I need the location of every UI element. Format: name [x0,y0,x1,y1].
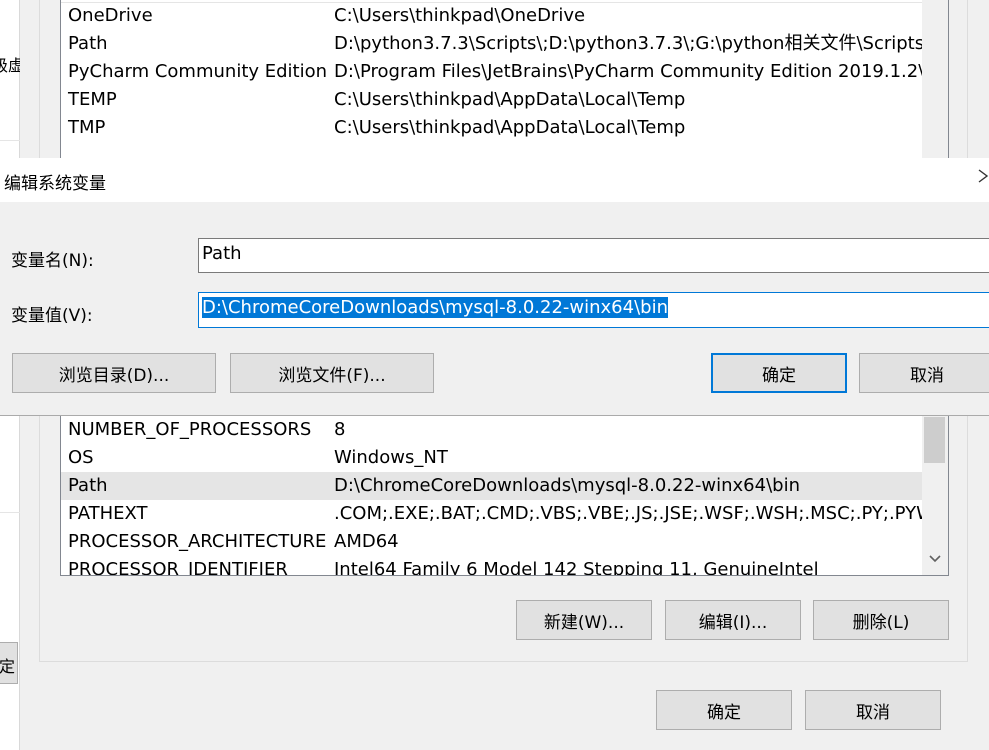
chevron-down-icon[interactable] [927,551,943,567]
divider [0,140,20,141]
dialog-cancel-button[interactable]: 取消 [859,353,989,393]
variable-value-input[interactable]: D:\ChromeCoreDownloads\mysql-8.0.22-winx… [198,292,989,328]
variable-value-input-selected-text: D:\ChromeCoreDownloads\mysql-8.0.22-winx… [202,297,668,318]
variable-value: C:\Users\thinkpad\AppData\Local\Temp [334,89,686,110]
variable-name: PATHEXT [68,503,148,524]
list-item[interactable]: TEMP C:\Users\thinkpad\AppData\Local\Tem… [61,86,922,114]
scrollbar[interactable] [922,415,948,575]
variable-name: Path [68,475,108,496]
variable-name: PROCESSOR_IDENTIFIER [68,559,288,576]
list-item-selected[interactable]: Path D:\ChromeCoreDownloads\mysql-8.0.22… [61,472,922,500]
system-variables-list[interactable]: NUMBER_OF_PROCESSORS 8 OS Windows_NT Pat… [60,414,949,576]
background-window-button[interactable]: 定 [0,642,18,684]
variable-value: Intel64 Family 6 Model 142 Stepping 11, … [334,559,819,576]
scrollbar-thumb[interactable] [924,417,945,463]
dialog-title: 编辑系统变量 [4,174,106,194]
variable-value: Windows_NT [334,447,448,468]
list-item[interactable]: Path D:\python3.7.3\Scripts\;D:\python3.… [61,30,922,58]
variable-name-input[interactable]: Path [198,238,989,273]
list-item[interactable]: PROCESSOR_ARCHITECTURE AMD64 [61,528,922,556]
variable-name: TMP [68,117,106,138]
divider [0,512,20,513]
variable-name: OS [68,447,94,468]
scrollbar[interactable] [922,0,948,159]
variable-name: PyCharm Community Edition [68,61,328,82]
variable-name: OneDrive [68,5,153,26]
variable-value: D:\ChromeCoreDownloads\mysql-8.0.22-winx… [334,475,800,496]
variable-value: C:\Users\thinkpad\AppData\Local\Temp [334,117,686,138]
edit-variable-button[interactable]: 编辑(I)... [665,600,801,640]
close-icon[interactable] [977,166,989,191]
list-item[interactable]: OneDrive C:\Users\thinkpad\OneDrive [61,2,922,30]
cancel-button[interactable]: 取消 [805,690,941,730]
edit-system-variable-dialog: 编辑系统变量 变量名(N): Path 变量值(V): D:\ChromeCor… [0,158,989,416]
variable-value-label: 变量值(V): [11,306,93,326]
browse-directory-button[interactable]: 浏览目录(D)... [12,353,216,393]
variable-name-input-value: Path [202,243,242,264]
list-item[interactable]: PROCESSOR_IDENTIFIER Intel64 Family 6 Mo… [61,556,922,576]
dialog-ok-button[interactable]: 确定 [711,353,847,393]
list-item[interactable]: PATHEXT .COM;.EXE;.BAT;.CMD;.VBS;.VBE;.J… [61,500,922,528]
variable-name: PROCESSOR_ARCHITECTURE [68,531,327,552]
variable-value: D:\python3.7.3\Scripts\;D:\python3.7.3\;… [334,33,922,54]
variable-name: Path [68,33,108,54]
variable-value: C:\Users\thinkpad\OneDrive [334,5,586,26]
variable-value: 8 [334,419,346,440]
browse-file-button[interactable]: 浏览文件(F)... [230,353,434,393]
variable-name: NUMBER_OF_PROCESSORS [68,419,312,440]
variable-value: .COM;.EXE;.BAT;.CMD;.VBS;.VBE;.JS;.JSE;.… [334,503,922,524]
dialog-title-bar[interactable]: 编辑系统变量 [0,158,989,202]
variable-name: TEMP [68,89,117,110]
background-window-button-label: 定 [0,657,16,676]
delete-variable-button[interactable]: 删除(L) [813,600,949,640]
variable-name-label: 变量名(N): [11,251,94,271]
list-item[interactable]: NUMBER_OF_PROCESSORS 8 [61,416,922,444]
list-item[interactable]: PyCharm Community Edition D:\Program Fil… [61,58,922,86]
new-variable-button[interactable]: 新建(W)... [516,600,652,640]
variable-value: AMD64 [334,531,399,552]
list-item[interactable]: TMP C:\Users\thinkpad\AppData\Local\Temp [61,114,922,142]
ok-button[interactable]: 确定 [656,690,792,730]
list-item[interactable]: OS Windows_NT [61,444,922,472]
variable-value: D:\Program Files\JetBrains\PyCharm Commu… [334,61,922,82]
user-variables-list[interactable]: OneDrive C:\Users\thinkpad\OneDrive Path… [60,0,949,160]
